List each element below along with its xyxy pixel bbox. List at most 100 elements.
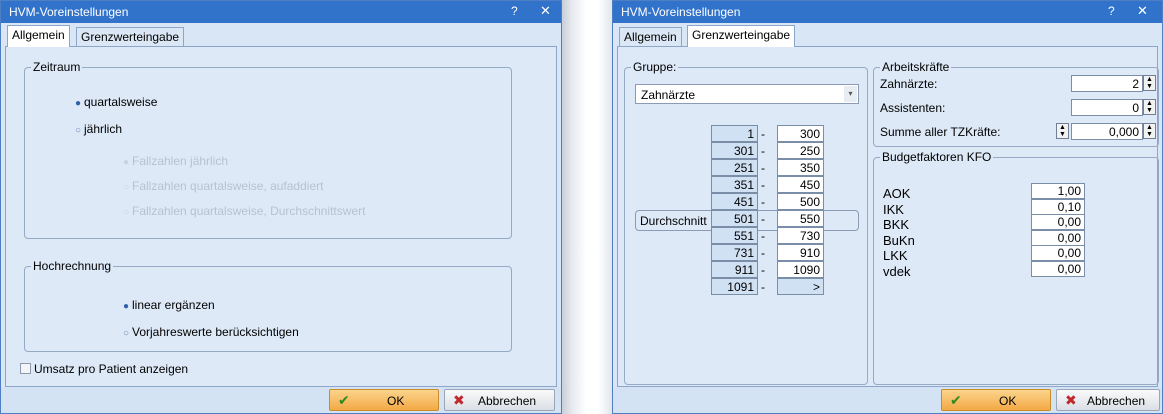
range-to-input[interactable]: 1090	[777, 261, 824, 278]
budget-value-input[interactable]: 0,00	[1031, 229, 1085, 246]
summe-spinner-right[interactable]: ▲ ▼	[1143, 123, 1156, 139]
ok-button[interactable]: ✔ OK	[941, 389, 1051, 411]
spin-up-icon: ▲	[1146, 100, 1153, 107]
range-to-input: >	[777, 278, 824, 295]
umsatz-checkbox[interactable]: Umsatz pro Patient anzeigen	[20, 362, 188, 376]
spin-down-icon: ▼	[1059, 131, 1066, 138]
range-from-input[interactable]: 731	[711, 244, 758, 261]
window-title: HVM-Voreinstellungen	[621, 5, 741, 19]
tab-grenzwerteingabe[interactable]: Grenzwerteingabe	[76, 27, 185, 46]
budgetfaktoren-group-title: Budgetfaktoren KFO	[880, 150, 994, 164]
budget-value-input[interactable]: 0,00	[1031, 245, 1085, 261]
range-dash: -	[761, 263, 765, 277]
cross-icon: ✖	[1065, 392, 1077, 408]
title-bar: HVM-Voreinstellungen ? ✕	[613, 1, 1162, 23]
range-to-input[interactable]: 350	[777, 159, 824, 176]
checkbox-icon	[20, 363, 31, 374]
radio-unselected-icon: ○	[123, 182, 130, 193]
dialog-allgemein: HVM-Voreinstellungen ? ✕ Allgemein Grenz…	[0, 0, 562, 414]
range-from-input[interactable]: 251	[711, 159, 758, 176]
zahnaerzte-label: Zahnärzte:	[880, 77, 938, 91]
budgetfaktoren-group: Budgetfaktoren KFO AOK 1,00 IKK 0,10 BKK 0,00…	[873, 150, 1159, 385]
radio-fallzahlen-jaehrlich[interactable]: ● Fallzahlen jährlich	[123, 154, 228, 168]
gruppe-group-title: Gruppe:	[631, 60, 679, 74]
budget-value-input[interactable]: 0,00	[1031, 260, 1085, 277]
range-dash: -	[761, 280, 765, 294]
arbeitskraefte-group-title: Arbeitskräfte	[880, 60, 952, 74]
budget-value-input[interactable]: 0,10	[1031, 198, 1085, 215]
range-dash: -	[761, 246, 765, 260]
help-button[interactable]: ?	[1108, 4, 1115, 18]
range-from-input[interactable]: 911	[711, 261, 758, 278]
tab-content-allgemein: Zeitraum ● quartalsweise ○ jährlich ● Fallz…	[5, 46, 557, 387]
radio-selected-icon: ●	[123, 157, 130, 168]
budget-value-input[interactable]: 0,00	[1031, 214, 1085, 230]
radio-selected-icon: ●	[75, 98, 82, 109]
dropdown-arrow-icon: ▾	[844, 86, 857, 102]
range-to-input[interactable]: 550	[777, 210, 824, 227]
range-to-input[interactable]: 730	[777, 227, 824, 244]
summe-tzkraefte-input[interactable]: 0,000	[1071, 123, 1143, 140]
range-from-input[interactable]: 351	[711, 176, 758, 193]
range-to-input[interactable]: 300	[777, 125, 824, 142]
cross-icon: ✖	[453, 392, 465, 408]
radio-unselected-icon: ○	[123, 328, 130, 339]
range-from-input[interactable]: 551	[711, 227, 758, 244]
close-button[interactable]: ✕	[1137, 3, 1148, 19]
button-bar: ✔ OK ✖ Abbrechen	[613, 387, 1162, 413]
range-to-input[interactable]: 250	[777, 142, 824, 159]
budget-label: LKK	[883, 248, 908, 263]
range-to-input[interactable]: 450	[777, 176, 824, 193]
ok-button[interactable]: ✔ OK	[329, 389, 439, 411]
window-title: HVM-Voreinstellungen	[9, 5, 129, 19]
durchschnitt-label: Durchschnitt	[640, 214, 707, 228]
range-from-input[interactable]: 501	[711, 210, 758, 227]
tab-allgemein[interactable]: Allgemein	[619, 27, 682, 46]
radio-selected-icon: ●	[123, 301, 130, 312]
range-from-input[interactable]: 301	[711, 142, 758, 159]
button-bar: ✔ OK ✖ Abbrechen	[1, 387, 561, 413]
help-button[interactable]: ?	[511, 4, 518, 18]
spin-up-icon: ▲	[1146, 124, 1153, 131]
radio-fallzahlen-durchschnitt[interactable]: ○ Fallzahlen quartalsweise, Durchschnitts…	[123, 204, 365, 218]
radio-linear-ergaenzen[interactable]: ● linear ergänzen	[123, 298, 215, 312]
cancel-button[interactable]: ✖ Abbrechen	[444, 389, 555, 411]
spin-up-icon: ▲	[1059, 124, 1066, 131]
range-dash: -	[761, 229, 765, 243]
assistenten-spinner[interactable]: ▲ ▼	[1143, 99, 1156, 115]
budget-value-input[interactable]: 1,00	[1031, 183, 1085, 199]
radio-quartalsweise[interactable]: ● quartalsweise	[75, 95, 157, 109]
zeitraum-group-title: Zeitraum	[31, 60, 83, 74]
spin-down-icon: ▼	[1146, 83, 1153, 90]
dialog-grenzwerteingabe: HVM-Voreinstellungen ? ✕ Allgemein Grenz…	[612, 0, 1163, 414]
spin-up-icon: ▲	[1146, 76, 1153, 83]
assistenten-input[interactable]: 0	[1071, 99, 1143, 116]
desktop-gap	[562, 0, 612, 414]
budget-label: vdek	[883, 263, 911, 279]
range-dash: -	[761, 127, 765, 141]
zahnaerzte-spinner[interactable]: ▲ ▼	[1143, 75, 1156, 91]
range-dash: -	[761, 178, 765, 192]
tab-allgemein[interactable]: Allgemein	[7, 25, 70, 47]
summe-spinner[interactable]: ▲ ▼	[1056, 123, 1069, 139]
range-from-input[interactable]: 1091	[711, 278, 758, 295]
hochrechnung-group: Hochrechnung ● linear ergänzen ○ Vorjahres…	[24, 259, 512, 352]
radio-jaehrlich[interactable]: ○ jährlich	[75, 122, 122, 136]
range-from-input[interactable]: 451	[711, 193, 758, 210]
spin-down-icon: ▼	[1146, 107, 1153, 114]
cancel-button[interactable]: ✖ Abbrechen	[1056, 389, 1160, 411]
close-button[interactable]: ✕	[540, 3, 551, 19]
range-from-input[interactable]: 1	[711, 125, 758, 142]
tab-grenzwerteingabe[interactable]: Grenzwerteingabe	[687, 25, 796, 47]
radio-fallzahlen-aufaddiert[interactable]: ○ Fallzahlen quartalsweise, aufaddiert	[123, 179, 323, 193]
zahnaerzte-input[interactable]: 2	[1071, 75, 1143, 92]
radio-vorjahreswerte[interactable]: ○ Vorjahreswerte berücksichtigen	[123, 325, 299, 339]
radio-unselected-icon: ○	[123, 207, 130, 218]
gruppe-select[interactable]: Zahnärzte ▾	[635, 84, 859, 104]
hochrechnung-group-title: Hochrechnung	[31, 259, 114, 273]
budget-label: BuKn	[883, 232, 915, 248]
radio-unselected-icon: ○	[75, 125, 82, 136]
range-to-input[interactable]: 910	[777, 244, 824, 261]
range-to-input[interactable]: 500	[777, 193, 824, 210]
tab-content-grenzwerte: Gruppe: Zahnärzte ▾ Durchschnitt 1-300 30…	[617, 46, 1159, 387]
